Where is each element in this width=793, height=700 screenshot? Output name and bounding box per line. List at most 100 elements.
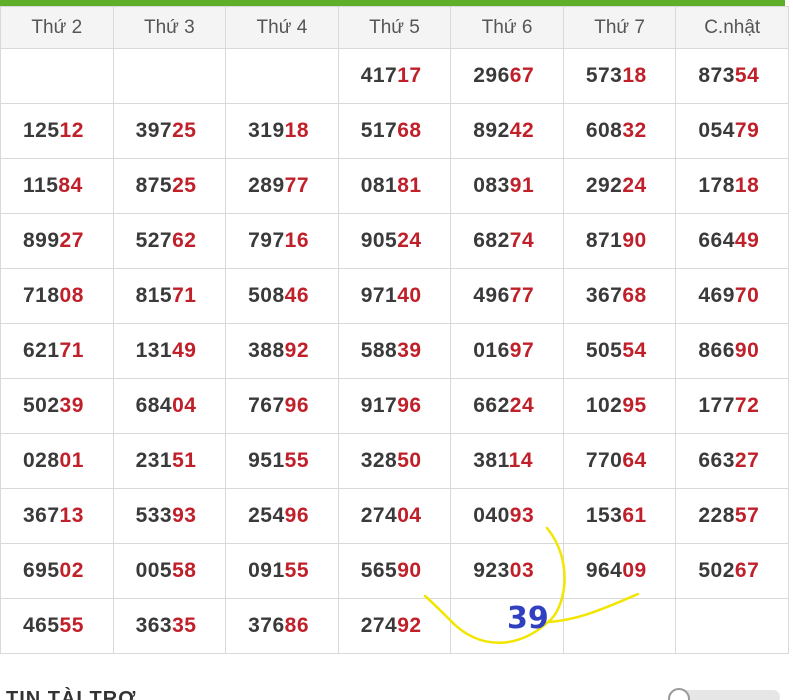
table-row: 36713 53393 25496 27404 04093 15361 22857 [0,488,789,544]
table-row: 11584 87525 28977 08181 08391 29224 17818 [0,158,789,214]
number-tail-digits: 70 [734,284,760,307]
number-lead-digits: 083 [473,174,510,197]
result-cell: 60832 [562,103,677,159]
number-tail-digits: 04 [397,504,422,527]
number-tail-digits: 93 [509,504,535,527]
number-lead-digits: 274 [360,614,398,637]
result-cell: 50239 [0,378,114,434]
number-lead-digits: 608 [585,119,623,142]
result-cell: 36713 [0,488,114,544]
number-lead-digits: 016 [473,339,510,362]
number-tail-digits: 25 [172,119,197,142]
number-lead-digits: 502 [23,394,60,417]
number-tail-digits: 16 [284,229,310,252]
number-tail-digits: 90 [622,229,647,252]
number-lead-digits: 770 [585,449,623,472]
result-cell: 05479 [675,103,789,159]
number-lead-digits: 923 [473,559,510,582]
result-cell: 41717 [337,48,452,104]
result-cell: 49677 [450,268,564,324]
number-tail-digits: 32 [622,119,647,142]
result-cell: 97140 [337,268,452,324]
number-tail-digits: 09 [622,559,647,582]
number-tail-digits: 96 [284,394,310,417]
result-cell: 89242 [450,103,564,159]
number-tail-digits: 27 [734,449,760,472]
result-cell: 12512 [0,103,114,159]
number-lead-digits: 695 [23,559,60,582]
table-header: Thứ 2 Thứ 3 Thứ 4 Thứ 5 Thứ 6 Thứ 7 C.nhật [0,6,789,49]
number-lead-digits: 662 [473,394,510,417]
number-tail-digits: 17 [397,64,422,87]
result-cell [675,598,789,654]
number-lead-digits: 573 [585,64,623,87]
number-lead-digits: 005 [135,559,173,582]
result-cell [562,598,677,654]
number-tail-digits: 39 [397,339,422,362]
result-cell: 57318 [562,48,677,104]
result-cell: 36335 [112,598,227,654]
number-tail-digits: 90 [734,339,760,362]
result-cell: 53393 [112,488,227,544]
toggle-knob[interactable] [668,688,690,700]
number-tail-digits: 79 [734,119,760,142]
result-cell: 13149 [112,323,227,379]
number-lead-digits: 951 [248,449,285,472]
result-cell: 39725 [112,103,227,159]
number-lead-digits: 718 [23,284,60,307]
number-tail-digits: 42 [509,119,535,142]
result-cell: 96409 [562,543,677,599]
result-cell: 56590 [337,543,452,599]
result-cell: 90524 [337,213,452,269]
result-cell: 09155 [225,543,339,599]
result-cell: 87354 [675,48,789,104]
table-row: 46555 36335 37686 27492 [0,598,789,654]
page: Thứ 2 Thứ 3 Thứ 4 Thứ 5 Thứ 6 Thứ 7 C.nhật 417… [0,0,793,700]
result-cell: 38892 [225,323,339,379]
result-cell: 68274 [450,213,564,269]
result-cell: 69502 [0,543,114,599]
number-lead-digits: 621 [23,339,60,362]
number-lead-digits: 565 [360,559,398,582]
number-lead-digits: 871 [585,229,623,252]
number-tail-digits: 71 [59,339,84,362]
number-lead-digits: 465 [23,614,60,637]
result-cell [112,48,227,104]
column-header: Thứ 6 [450,6,564,49]
number-tail-digits: 55 [284,559,310,582]
result-cell: 32850 [337,433,452,489]
number-tail-digits: 64 [622,449,647,472]
result-cell: 66449 [675,213,789,269]
result-cell: 46970 [675,268,789,324]
result-cell: 68404 [112,378,227,434]
result-cell: 87190 [562,213,677,269]
column-header: Thứ 4 [225,6,339,49]
table-row: 12512 39725 31918 51768 89242 60832 05479 [0,103,789,159]
number-tail-digits: 77 [509,284,535,307]
result-cell: 27404 [337,488,452,544]
result-cell: 17818 [675,158,789,214]
footer-toggle[interactable] [668,688,780,700]
number-tail-digits: 55 [284,449,310,472]
result-cell: 38114 [450,433,564,489]
result-cell: 50267 [675,543,789,599]
result-cell: 31918 [225,103,339,159]
number-lead-digits: 508 [248,284,285,307]
result-cell: 58839 [337,323,452,379]
number-lead-digits: 228 [698,504,735,527]
number-tail-digits: 93 [172,504,197,527]
number-tail-digits: 71 [172,284,197,307]
number-lead-digits: 873 [698,64,735,87]
number-tail-digits: 14 [508,449,533,472]
result-cell: 02801 [0,433,114,489]
number-tail-digits: 18 [284,119,310,142]
result-cell: 79716 [225,213,339,269]
number-lead-digits: 533 [135,504,173,527]
number-tail-digits: 18 [734,174,760,197]
result-cell [225,48,339,104]
number-tail-digits: 92 [284,339,310,362]
number-tail-digits: 18 [622,64,647,87]
number-tail-digits: 96 [284,504,310,527]
number-lead-digits: 892 [473,119,510,142]
number-lead-digits: 875 [135,174,173,197]
